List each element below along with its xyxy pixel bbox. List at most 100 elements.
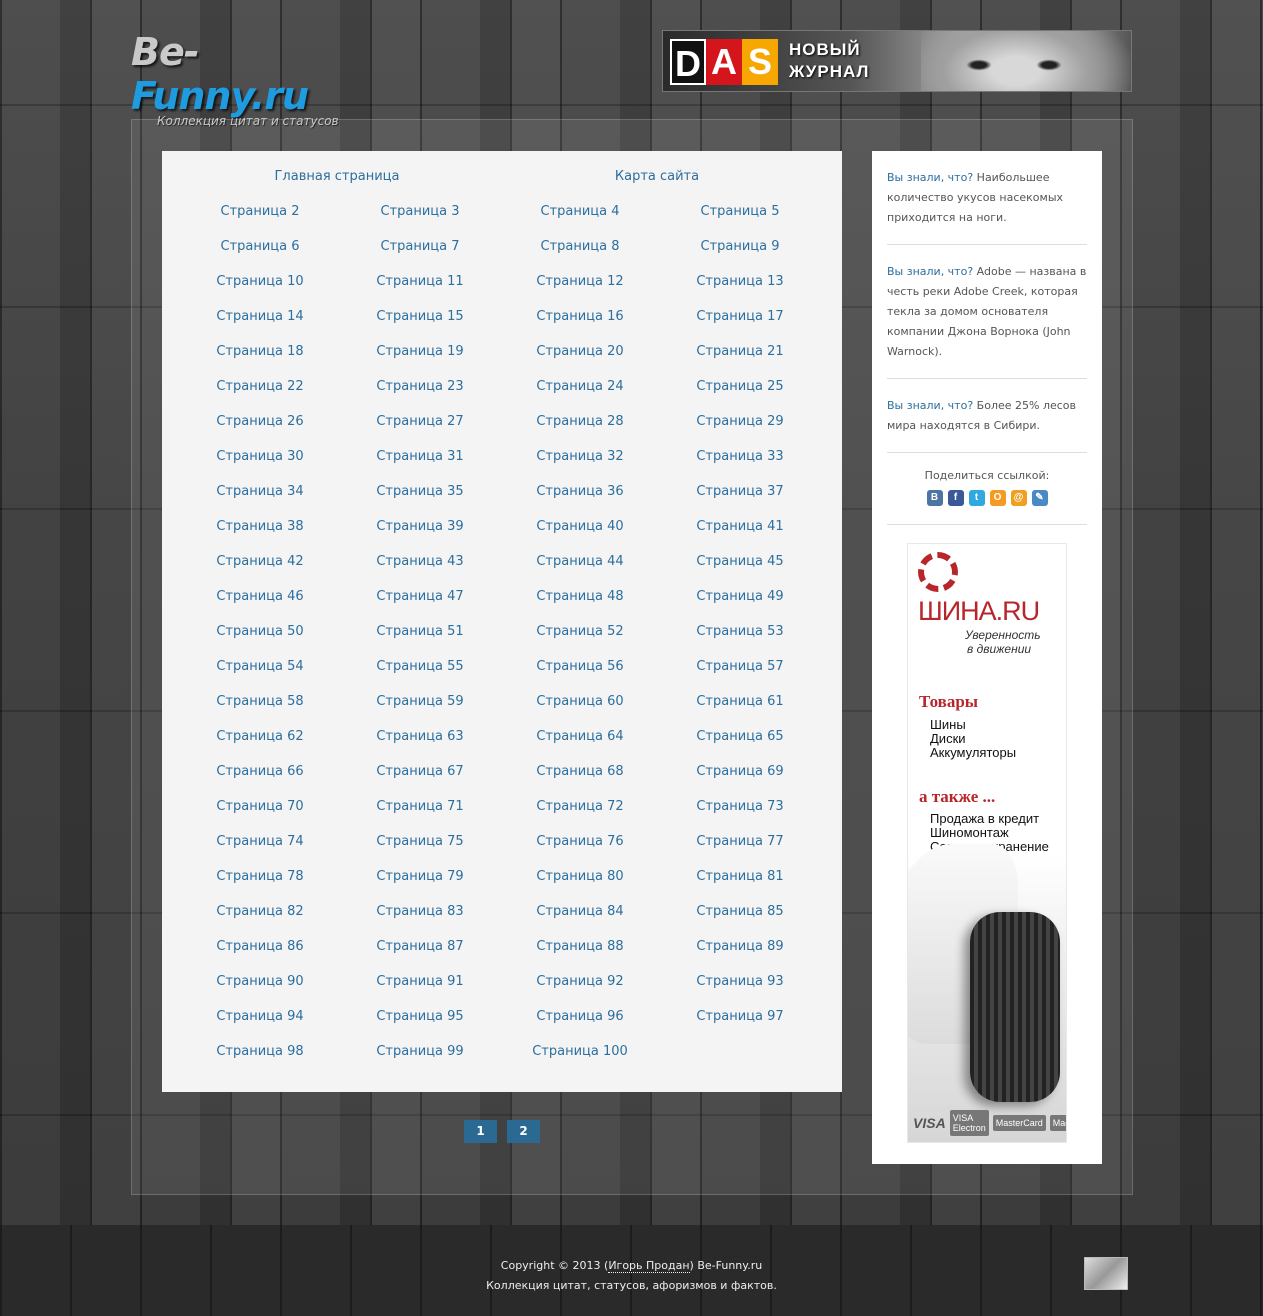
- page-link[interactable]: Страница 16: [500, 309, 660, 344]
- page-link[interactable]: Страница 71: [340, 799, 500, 834]
- das-journal-banner[interactable]: D A S НОВЫЙ ЖУРНАЛ: [662, 30, 1132, 92]
- page-link[interactable]: Страница 84: [500, 904, 660, 939]
- page-link[interactable]: Страница 48: [500, 589, 660, 624]
- page-link[interactable]: Страница 65: [660, 729, 820, 764]
- page-link[interactable]: Страница 4: [500, 204, 660, 239]
- page-link[interactable]: Страница 73: [660, 799, 820, 834]
- page-link[interactable]: Страница 98: [180, 1044, 340, 1079]
- main-page-link[interactable]: Главная страница: [167, 169, 507, 184]
- page-link[interactable]: Страница 79: [340, 869, 500, 904]
- page-link[interactable]: Страница 2: [180, 204, 340, 239]
- page-link[interactable]: Страница 38: [180, 519, 340, 554]
- page-link[interactable]: Страница 61: [660, 694, 820, 729]
- page-link[interactable]: Страница 35: [340, 484, 500, 519]
- page-link[interactable]: Страница 46: [180, 589, 340, 624]
- page-link[interactable]: Страница 14: [180, 309, 340, 344]
- page-link[interactable]: Страница 53: [660, 624, 820, 659]
- page-link[interactable]: Страница 85: [660, 904, 820, 939]
- page-2-button[interactable]: 2: [507, 1120, 540, 1143]
- page-link[interactable]: Страница 87: [340, 939, 500, 974]
- page-link[interactable]: Страница 6: [180, 239, 340, 274]
- page-link[interactable]: Страница 54: [180, 659, 340, 694]
- page-link[interactable]: Страница 59: [340, 694, 500, 729]
- page-link[interactable]: Страница 3: [340, 204, 500, 239]
- page-link[interactable]: Страница 20: [500, 344, 660, 379]
- fact-link[interactable]: Вы знали, что?: [887, 399, 973, 412]
- page-link[interactable]: Страница 99: [340, 1044, 500, 1079]
- shina-ru-ad[interactable]: ШИНА.RU Уверенность в движении Товары Ши…: [907, 543, 1067, 1143]
- page-link[interactable]: Страница 78: [180, 869, 340, 904]
- page-link[interactable]: Страница 29: [660, 414, 820, 449]
- page-link[interactable]: Страница 64: [500, 729, 660, 764]
- page-link[interactable]: Страница 50: [180, 624, 340, 659]
- page-link[interactable]: Страница 18: [180, 344, 340, 379]
- page-link[interactable]: Страница 5: [660, 204, 820, 239]
- fact-link[interactable]: Вы знали, что?: [887, 171, 973, 184]
- page-link[interactable]: Страница 93: [660, 974, 820, 1009]
- page-link[interactable]: Страница 88: [500, 939, 660, 974]
- page-link[interactable]: Страница 19: [340, 344, 500, 379]
- counter-badge-icon[interactable]: [1084, 1257, 1128, 1290]
- page-link[interactable]: Страница 55: [340, 659, 500, 694]
- page-link[interactable]: Страница 11: [340, 274, 500, 309]
- page-link[interactable]: Страница 32: [500, 449, 660, 484]
- livejournal-icon[interactable]: ✎: [1031, 490, 1048, 506]
- page-link[interactable]: Страница 75: [340, 834, 500, 869]
- page-link[interactable]: Страница 86: [180, 939, 340, 974]
- page-link[interactable]: Страница 95: [340, 1009, 500, 1044]
- page-link[interactable]: Страница 10: [180, 274, 340, 309]
- page-link[interactable]: Страница 42: [180, 554, 340, 589]
- page-link[interactable]: Страница 12: [500, 274, 660, 309]
- page-link[interactable]: Страница 40: [500, 519, 660, 554]
- page-link[interactable]: Страница 23: [340, 379, 500, 414]
- odnoklassniki-icon[interactable]: О: [989, 490, 1006, 506]
- page-link[interactable]: Страница 7: [340, 239, 500, 274]
- page-link[interactable]: Страница 24: [500, 379, 660, 414]
- page-link[interactable]: Страница 15: [340, 309, 500, 344]
- page-link[interactable]: Страница 34: [180, 484, 340, 519]
- page-link[interactable]: Страница 57: [660, 659, 820, 694]
- page-link[interactable]: Страница 37: [660, 484, 820, 519]
- page-link[interactable]: Страница 97: [660, 1009, 820, 1044]
- sitemap-link[interactable]: Карта сайта: [487, 169, 827, 184]
- page-link[interactable]: Страница 67: [340, 764, 500, 799]
- vkontakte-icon[interactable]: В: [926, 490, 943, 506]
- page-link[interactable]: Страница 49: [660, 589, 820, 624]
- page-link[interactable]: Страница 25: [660, 379, 820, 414]
- page-link[interactable]: Страница 27: [340, 414, 500, 449]
- page-link[interactable]: Страница 66: [180, 764, 340, 799]
- page-link[interactable]: Страница 52: [500, 624, 660, 659]
- page-link[interactable]: Страница 30: [180, 449, 340, 484]
- page-link[interactable]: Страница 60: [500, 694, 660, 729]
- page-link[interactable]: Страница 22: [180, 379, 340, 414]
- page-link[interactable]: Страница 92: [500, 974, 660, 1009]
- facebook-icon[interactable]: f: [947, 490, 964, 506]
- page-link[interactable]: Страница 44: [500, 554, 660, 589]
- page-link[interactable]: Страница 43: [340, 554, 500, 589]
- page-link[interactable]: Страница 26: [180, 414, 340, 449]
- page-link[interactable]: Страница 63: [340, 729, 500, 764]
- site-logo[interactable]: Be-Funny.ru Коллекция цитат и статусов: [131, 30, 351, 128]
- page-link[interactable]: Страница 51: [340, 624, 500, 659]
- page-link[interactable]: Страница 72: [500, 799, 660, 834]
- page-link[interactable]: Страница 62: [180, 729, 340, 764]
- page-link[interactable]: Страница 33: [660, 449, 820, 484]
- page-link[interactable]: Страница 31: [340, 449, 500, 484]
- page-link[interactable]: Страница 80: [500, 869, 660, 904]
- page-link[interactable]: Страница 100: [500, 1044, 660, 1079]
- page-link[interactable]: Страница 91: [340, 974, 500, 1009]
- page-link[interactable]: Страница 36: [500, 484, 660, 519]
- twitter-icon[interactable]: t: [968, 490, 985, 506]
- page-link[interactable]: Страница 68: [500, 764, 660, 799]
- page-1-button[interactable]: 1: [464, 1120, 497, 1143]
- page-link[interactable]: Страница 81: [660, 869, 820, 904]
- mailru-icon[interactable]: @: [1010, 490, 1027, 506]
- page-link[interactable]: Страница 83: [340, 904, 500, 939]
- page-link[interactable]: Страница 70: [180, 799, 340, 834]
- page-link[interactable]: Страница 69: [660, 764, 820, 799]
- page-link[interactable]: Страница 77: [660, 834, 820, 869]
- page-link[interactable]: Страница 17: [660, 309, 820, 344]
- page-link[interactable]: Страница 9: [660, 239, 820, 274]
- page-link[interactable]: Страница 39: [340, 519, 500, 554]
- page-link[interactable]: Страница 21: [660, 344, 820, 379]
